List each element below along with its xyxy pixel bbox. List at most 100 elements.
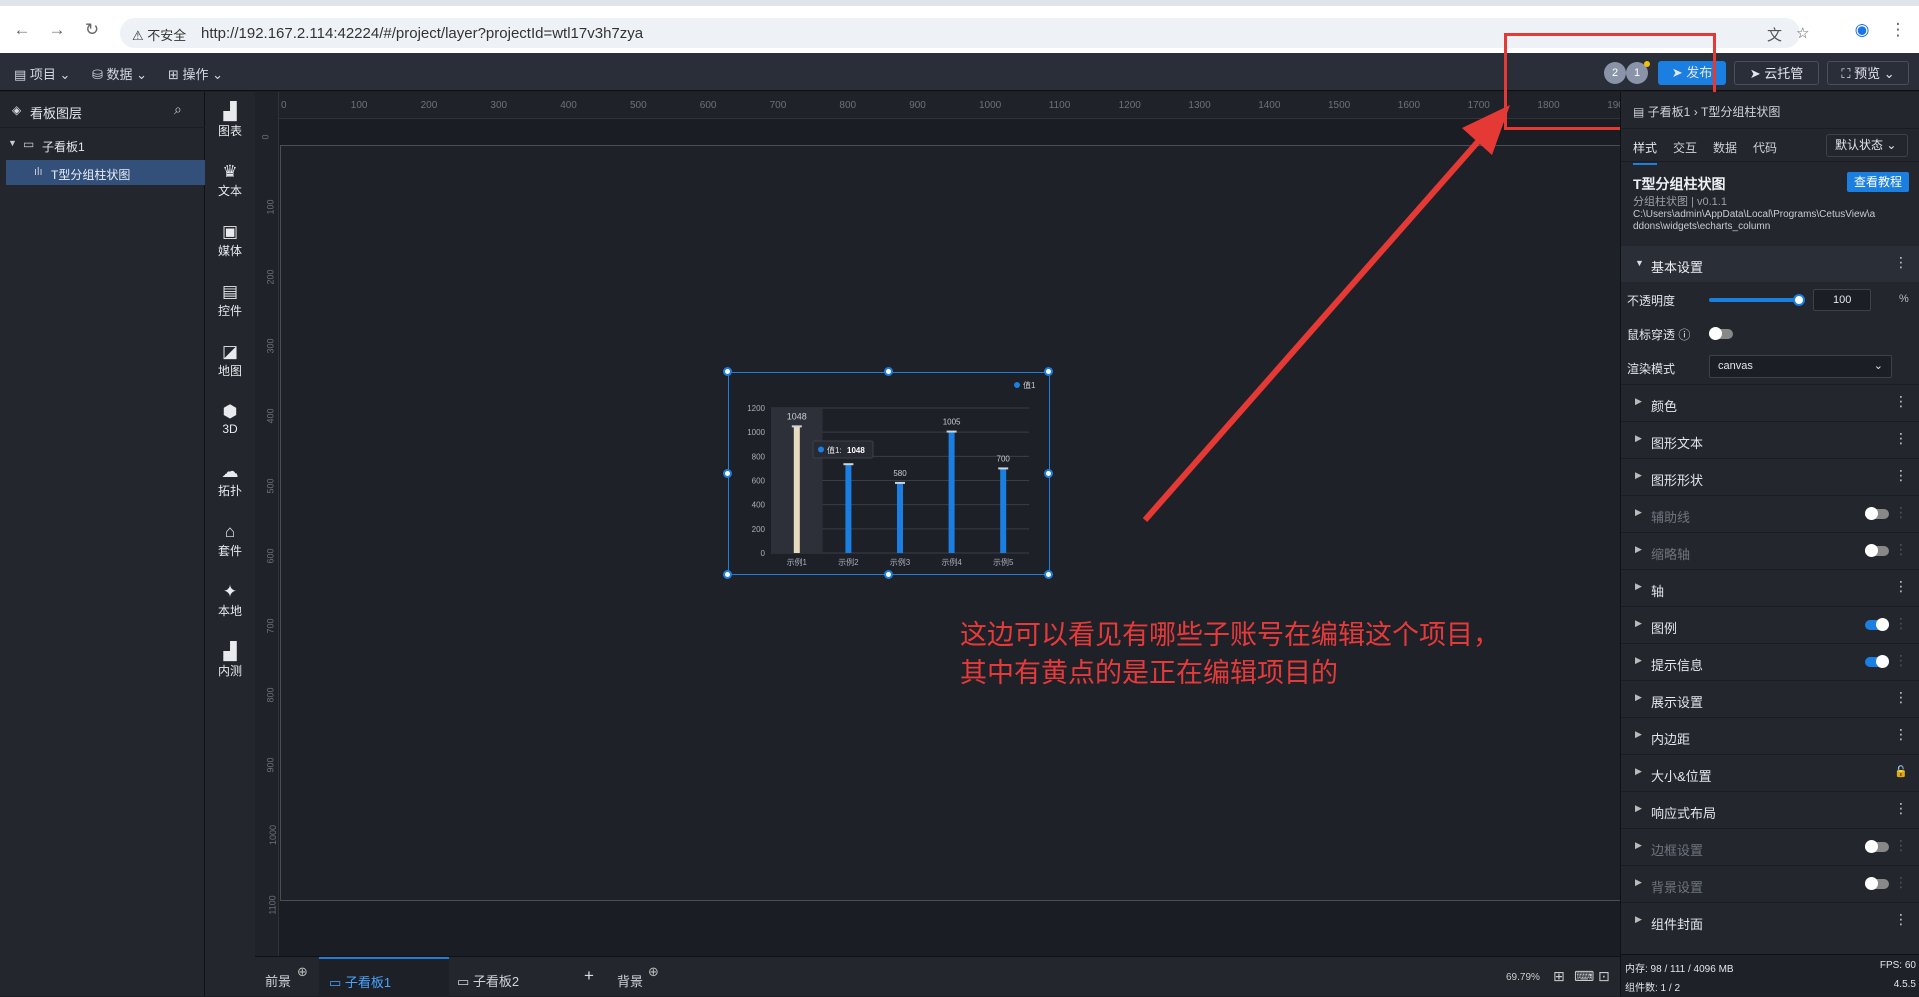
add-foreground-icon[interactable]: ⊕ [297,964,308,980]
more-icon[interactable]: ⋮ [1894,652,1908,669]
more-icon[interactable]: ⋮ [1894,430,1908,447]
menu-data[interactable]: ⛁ 数据 ⌄ [92,64,147,83]
resize-handle-b[interactable] [884,570,893,579]
section-toggle[interactable] [1865,655,1889,668]
breadcrumb-widget[interactable]: T型分组柱状图 [1701,105,1780,119]
section-12[interactable]: ▶ 边框设置 ⋮ [1621,828,1919,864]
resize-handle-tr[interactable] [1044,367,1053,376]
tab-board-1[interactable]: ▭ 子看板1 [319,957,449,997]
forward-icon[interactable]: → [45,18,69,42]
tab-style[interactable]: 样式 [1633,139,1658,165]
more-icon[interactable]: ⋮ [1894,911,1908,928]
section-toggle[interactable] [1865,877,1889,890]
chart-widget[interactable]: 0 200 400 600 800 1000 1200 1048 示例1 示例2 580 示例3 100… [723,367,1053,579]
section-10[interactable]: ▶ 大小&位置 🔓 [1621,754,1919,790]
tool-map[interactable]: ◪ 地图 [205,342,255,379]
fit-screen-icon[interactable]: ⊞ [1553,968,1565,985]
tab-interaction[interactable]: 交互 [1673,139,1697,156]
breadcrumb-board[interactable]: ▤ 子看板1 [1633,105,1690,119]
resize-handle-r[interactable] [1044,469,1053,478]
search-icon[interactable]: ⌕ [174,101,182,118]
section-basic[interactable]: ▼ 基本设置 ⋮ [1621,246,1919,282]
terminal-icon[interactable]: ⊡ [1598,968,1610,985]
section-11[interactable]: ▶ 响应式布局 ⋮ [1621,791,1919,827]
resize-handle-tl[interactable] [723,367,732,376]
more-icon[interactable]: ⋮ [1894,800,1908,817]
back-icon[interactable]: ← [10,18,34,42]
section-4[interactable]: ▶ 缩略轴 ⋮ [1621,532,1919,568]
preview-button[interactable]: ⛶ 预览 ⌄ [1827,61,1909,85]
menu-project[interactable]: ▤ 项目 ⌄ [14,64,70,83]
section-toggle[interactable] [1865,840,1889,853]
tab-foreground[interactable]: 前景 [265,971,291,990]
tool-3d[interactable]: ⬢ 3D [205,402,255,436]
zoom-level[interactable]: 69.79% [1506,972,1540,983]
section-3[interactable]: ▶ 辅助线 ⋮ [1621,495,1919,531]
more-icon[interactable]: ⋮ [1894,837,1908,854]
tool-text[interactable]: ♛ 文本 [205,162,255,199]
more-icon[interactable]: ⋮ [1894,578,1908,595]
bookmark-star-icon[interactable]: ☆ [1796,24,1809,42]
tab-data[interactable]: 数据 [1713,139,1737,156]
more-icon[interactable]: ⋮ [1894,393,1908,410]
section-9[interactable]: ▶ 内边距 ⋮ [1621,717,1919,753]
opacity-slider[interactable] [1709,298,1801,302]
more-icon[interactable]: ⋮ [1894,689,1908,706]
more-icon[interactable]: ⋮ [1894,874,1908,891]
keyboard-icon[interactable]: ⌨ [1574,968,1594,985]
resize-handle-br[interactable] [1044,570,1053,579]
lock-icon[interactable]: 🔓 [1894,765,1908,778]
section-8[interactable]: ▶ 展示设置 ⋮ [1621,680,1919,716]
section-5[interactable]: ▶ 轴 ⋮ [1621,569,1919,605]
resize-handle-bl[interactable] [723,570,732,579]
opacity-slider-thumb[interactable] [1793,294,1805,306]
section-toggle[interactable] [1865,618,1889,631]
tree-item-chart[interactable]: ılı T型分组柱状图 [6,160,205,185]
tool-local[interactable]: ✦ 本地 [205,582,255,619]
tool-topology[interactable]: ☁ 拓扑 [205,462,255,499]
opacity-input[interactable]: 100 [1813,289,1871,311]
section-6[interactable]: ▶ 图例 ⋮ [1621,606,1919,642]
tab-board-2[interactable]: ▭ 子看板2 [457,971,519,990]
menu-operate[interactable]: ⊞ 操作 ⌄ [168,64,223,83]
state-select[interactable]: 默认状态 ⌄ [1826,134,1908,157]
section-toggle[interactable] [1865,544,1889,557]
browser-menu-icon[interactable]: ⋮ [1886,18,1910,42]
more-icon[interactable]: ⋮ [1894,254,1908,271]
reload-icon[interactable]: ↻ [80,18,104,42]
cloud-hosting-button[interactable]: ➤ 云托管 [1734,61,1819,85]
section-7[interactable]: ▶ 提示信息 ⋮ [1621,643,1919,679]
tool-media[interactable]: ▣ 媒体 [205,222,255,259]
tab-code[interactable]: 代码 [1753,139,1777,156]
tool-control[interactable]: ▤ 控件 [205,282,255,319]
caret-down-icon[interactable]: ▼ [8,138,17,148]
add-background-icon[interactable]: ⊕ [648,964,659,980]
tree-item-board[interactable]: ▼ ▭ 子看板1 [0,134,205,156]
insecure-warning[interactable]: ⚠ 不安全 [132,25,186,44]
mouse-through-toggle[interactable] [1709,327,1733,340]
section-13[interactable]: ▶ 背景设置 ⋮ [1621,865,1919,901]
render-mode-select[interactable]: canvas ⌄ [1709,355,1892,378]
tool-beta[interactable]: ▟ 内测 [205,642,255,679]
ruler-left[interactable]: 0 100 200 300 400 500 600 700 800 900 1000 1100 [255,92,279,956]
more-icon[interactable]: ⋮ [1894,541,1908,558]
section-14[interactable]: ▶ 组件封面 ⋮ [1621,902,1919,938]
section-toggle[interactable] [1865,507,1889,520]
tool-kit[interactable]: ⌂ 套件 [205,522,255,559]
section-1[interactable]: ▶ 图形文本 ⋮ [1621,421,1919,457]
resize-handle-t[interactable] [884,367,893,376]
more-icon[interactable]: ⋮ [1894,504,1908,521]
help-icon[interactable]: ⓘ [1678,328,1690,342]
resize-handle-l[interactable] [723,469,732,478]
more-icon[interactable]: ⋮ [1894,615,1908,632]
more-icon[interactable]: ⋮ [1894,467,1908,484]
tool-chart[interactable]: ▟ 图表 [205,102,255,139]
bar-chart[interactable]: 0 200 400 600 800 1000 1200 1048 示例1 示例2 580 示例3 100… [729,373,1049,574]
url-text[interactable]: http://192.167.2.114:42224/#/project/lay… [201,25,643,42]
translate-icon[interactable]: 文 [1767,24,1782,45]
section-2[interactable]: ▶ 图形形状 ⋮ [1621,458,1919,494]
tutorial-button[interactable]: 查看教程 [1847,172,1909,192]
add-board-icon[interactable]: + [584,966,594,986]
tab-background[interactable]: 背景 [617,971,643,990]
more-icon[interactable]: ⋮ [1894,726,1908,743]
